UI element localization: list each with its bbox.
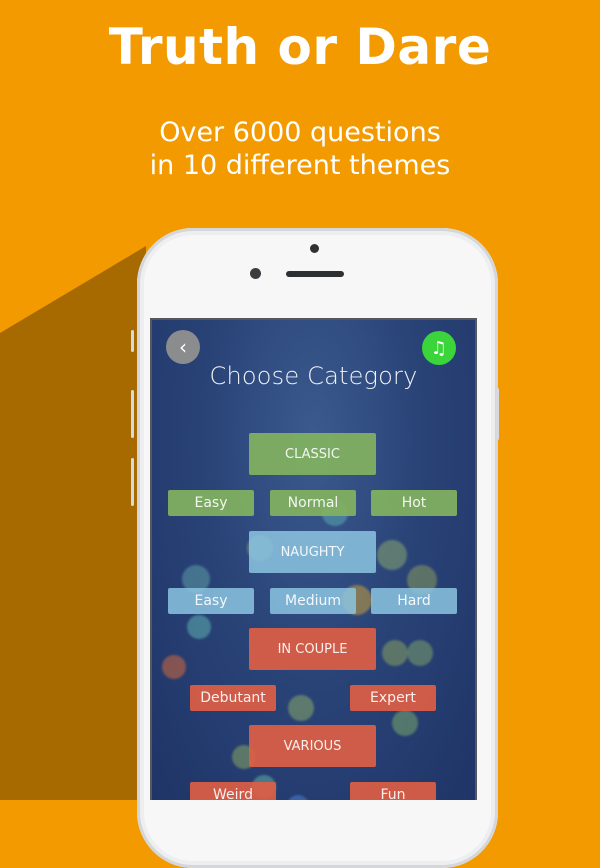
category-in-couple-button[interactable]: IN COUPLE <box>249 628 376 670</box>
app-screen: ‹ ♫ Choose Category CLASSIC Easy Normal … <box>150 318 477 800</box>
various-weird-button[interactable]: Weird <box>190 782 276 800</box>
mute-switch <box>131 330 134 352</box>
bokeh-light <box>407 640 433 666</box>
proximity-sensor <box>310 244 319 253</box>
bokeh-light <box>187 615 211 639</box>
earpiece-speaker <box>286 271 344 277</box>
chevron-left-icon: ‹ <box>179 335 187 359</box>
front-camera <box>250 268 261 279</box>
power-button <box>496 388 499 440</box>
category-classic-button[interactable]: CLASSIC <box>249 433 376 475</box>
screen-title: Choose Category <box>209 362 418 390</box>
classic-normal-button[interactable]: Normal <box>270 490 356 516</box>
promo-subtitle: Over 6000 questions in 10 different them… <box>0 116 600 182</box>
promo-subtitle-line2: in 10 different themes <box>149 150 451 181</box>
in-couple-debutant-button[interactable]: Debutant <box>190 685 276 711</box>
various-fun-button[interactable]: Fun <box>350 782 436 800</box>
bokeh-light <box>288 695 314 721</box>
promo-subtitle-line1: Over 6000 questions <box>159 117 441 148</box>
category-naughty-button[interactable]: NAUGHTY <box>249 531 376 573</box>
naughty-medium-button[interactable]: Medium <box>270 588 356 614</box>
in-couple-expert-button[interactable]: Expert <box>350 685 436 711</box>
classic-hot-button[interactable]: Hot <box>371 490 457 516</box>
bokeh-light <box>162 655 186 679</box>
bokeh-light <box>287 795 309 800</box>
naughty-easy-button[interactable]: Easy <box>168 588 254 614</box>
volume-up-button <box>131 390 134 438</box>
music-toggle-button[interactable]: ♫ <box>422 331 456 365</box>
bokeh-light <box>392 710 418 736</box>
back-button[interactable]: ‹ <box>166 330 200 364</box>
promo-title: Truth or Dare <box>108 18 492 76</box>
bokeh-light <box>377 540 407 570</box>
naughty-hard-button[interactable]: Hard <box>371 588 457 614</box>
bokeh-light <box>382 640 408 666</box>
volume-down-button <box>131 458 134 506</box>
classic-easy-button[interactable]: Easy <box>168 490 254 516</box>
music-note-icon: ♫ <box>430 337 448 359</box>
category-various-button[interactable]: VARIOUS <box>249 725 376 767</box>
